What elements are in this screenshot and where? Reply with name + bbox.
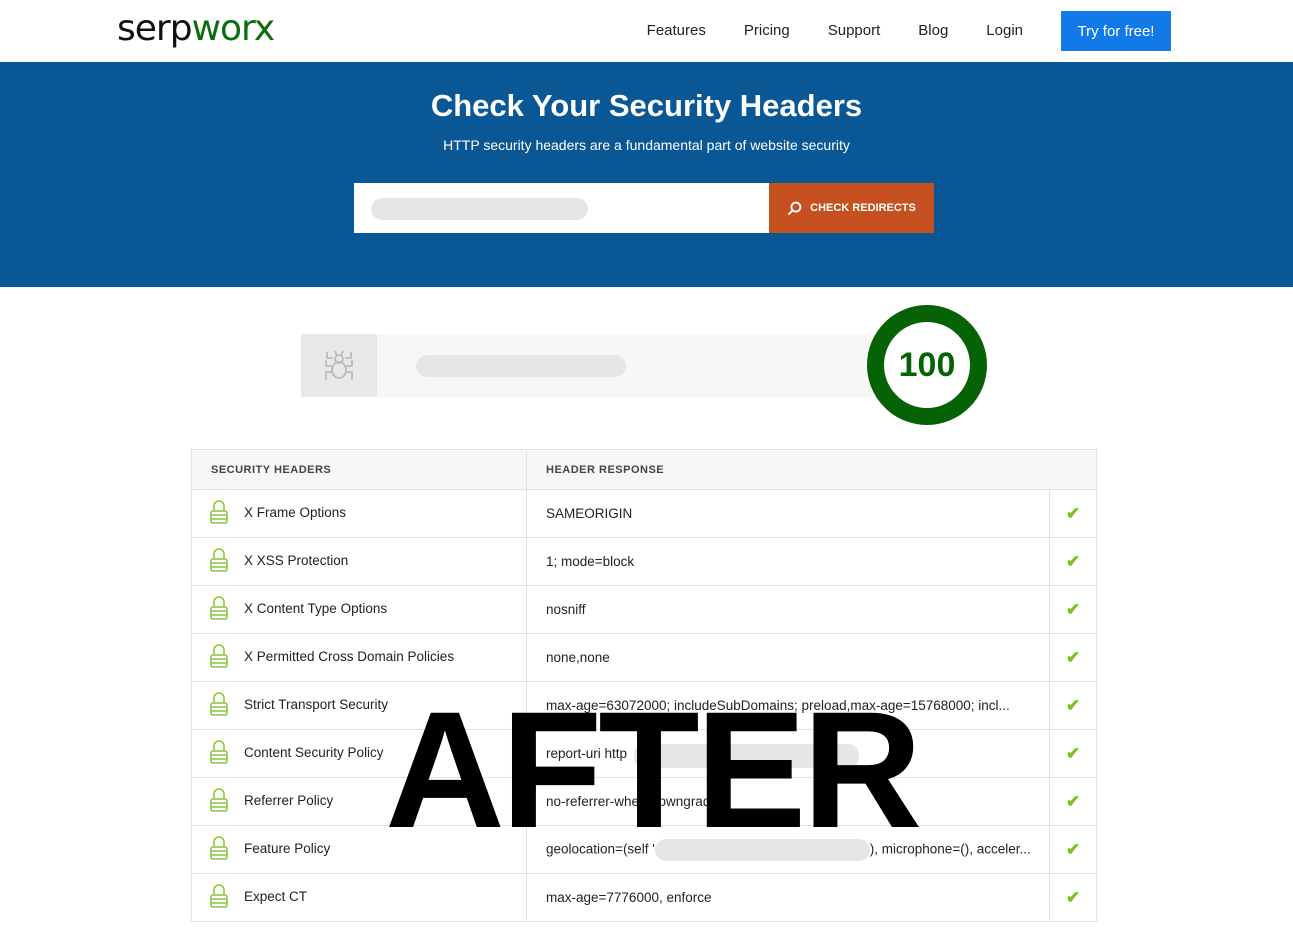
nav-blog[interactable]: Blog [918,22,948,39]
logo[interactable]: serpworx [117,8,275,49]
lock-icon [210,788,228,815]
header-response: SAMEORIGIN [526,489,1050,538]
redacted-url [371,198,588,220]
lock-icon [210,836,228,863]
check-icon: ✔ [1049,681,1097,730]
nav-features[interactable]: Features [647,22,706,39]
check-redirects-button[interactable]: CHECK REDIRECTS [769,183,934,233]
table-row: X Frame Options SAMEORIGIN ✔ [191,489,1097,538]
nav-support[interactable]: Support [828,22,881,39]
search-icon [787,201,802,215]
header-response: none,none [526,633,1050,682]
header-name: Expect CT [244,889,308,905]
header-name: X Content Type Options [244,601,388,617]
check-icon: ✔ [1049,489,1097,538]
header-name: Strict Transport Security [244,697,389,713]
header-response: 1; mode=block [526,537,1050,586]
check-icon: ✔ [1049,777,1097,826]
spider-icon [301,334,377,397]
header-response: nosniff [526,585,1050,634]
nav-login[interactable]: Login [986,22,1023,39]
table-row: X Content Type Options nosniff ✔ [191,585,1097,634]
col-header-response: HEADER RESPONSE [526,449,1097,490]
top-nav: serpworx Features Pricing Support Blog L… [0,0,1293,62]
lock-icon [210,692,228,719]
header-name: X XSS Protection [244,553,349,569]
redacted-site [416,355,626,377]
check-icon: ✔ [1049,633,1097,682]
lock-icon [210,596,228,623]
header-name: X Frame Options [244,505,347,521]
header-name: Content Security Policy [244,745,384,761]
header-name: Referrer Policy [244,793,334,809]
check-icon: ✔ [1049,585,1097,634]
url-input[interactable] [354,183,769,233]
header-name: X Permitted Cross Domain Policies [244,649,455,665]
site-result-bar [301,334,891,397]
table-row: X Permitted Cross Domain Policies none,no… [191,633,1097,682]
check-icon: ✔ [1049,873,1097,922]
check-icon: ✔ [1049,729,1097,778]
check-icon: ✔ [1049,825,1097,874]
table-row: X XSS Protection 1; mode=block ✔ [191,537,1097,586]
page-title: Check Your Security Headers [430,88,863,123]
try-for-free-button[interactable]: Try for free! [1061,11,1171,51]
lock-icon [210,740,228,767]
lock-icon [210,548,228,575]
nav-pricing[interactable]: Pricing [744,22,790,39]
header-name: Feature Policy [244,841,331,857]
lock-icon [210,644,228,671]
score-circle: 100 [867,305,987,425]
hero: Check Your Security Headers HTTP securit… [0,62,1293,287]
header-response: max-age=7776000, enforce [526,873,1050,922]
table-row: Expect CT max-age=7776000, enforce ✔ [191,873,1097,922]
check-icon: ✔ [1049,537,1097,586]
col-security-headers: SECURITY HEADERS [191,449,527,490]
page-subtitle: HTTP security headers are a fundamental … [443,137,850,153]
lock-icon [210,500,228,527]
after-overlay: AFTER [385,678,922,863]
lock-icon [210,884,228,911]
